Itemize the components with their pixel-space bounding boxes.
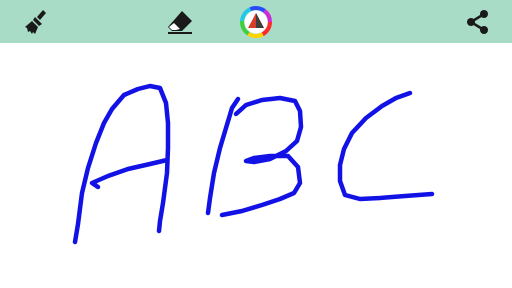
- drawn-letter-c-stroke: [337, 90, 435, 202]
- drawn-letter-a-stroke-bar: [89, 157, 170, 190]
- color-picker-button[interactable]: [234, 0, 278, 43]
- toolbar: [0, 0, 512, 43]
- eraser-button[interactable]: [158, 0, 202, 43]
- drawing-surface[interactable]: [0, 43, 512, 288]
- share-icon: [465, 9, 491, 35]
- drawn-letter-b-stroke-stem: [205, 96, 241, 216]
- brush-icon: [24, 8, 52, 36]
- drawn-letter-b-stroke-bowls: [219, 95, 304, 218]
- color-wheel-icon: [239, 5, 273, 39]
- eraser-icon: [165, 9, 195, 35]
- brush-button[interactable]: [16, 0, 60, 43]
- drawing-canvas[interactable]: [0, 43, 512, 288]
- share-button[interactable]: [456, 0, 500, 43]
